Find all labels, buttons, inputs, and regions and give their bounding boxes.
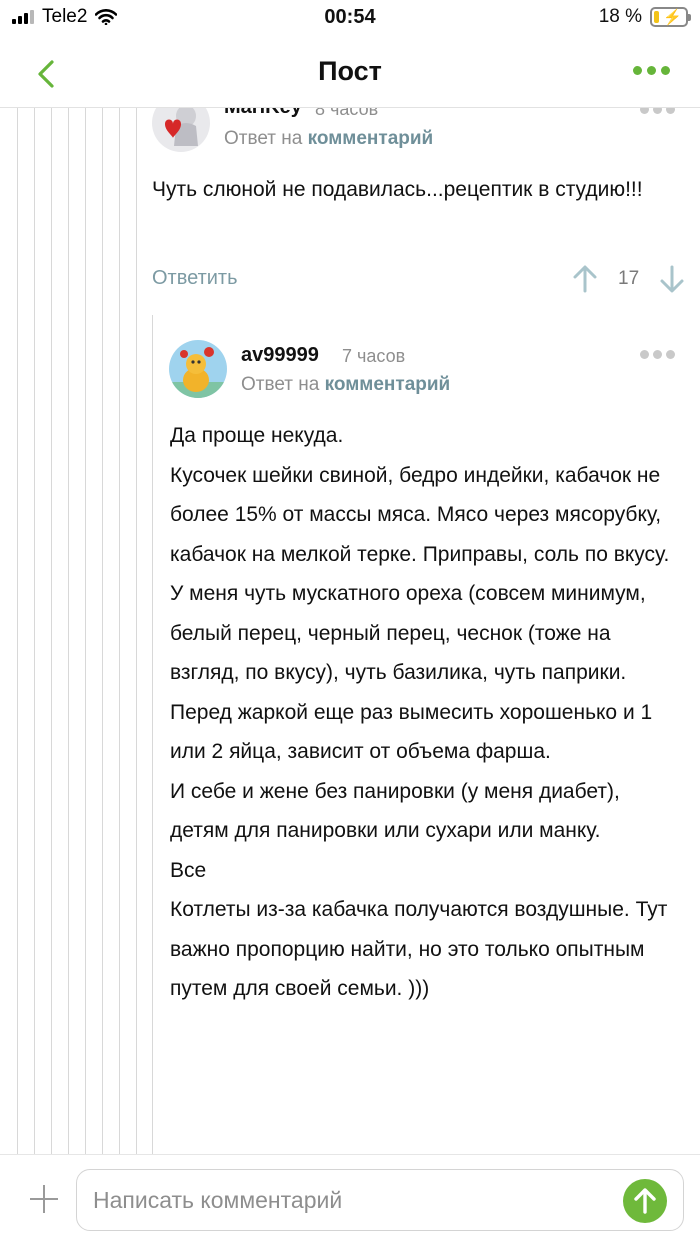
comment-time: 8 часов xyxy=(315,108,379,119)
reply-to-label: Ответ на комментарий xyxy=(241,374,451,395)
avatar-image xyxy=(165,108,198,146)
comment-paragraph: Да проще некуда. xyxy=(170,424,344,447)
reply-to-comment-link[interactable]: комментарий xyxy=(325,374,451,395)
charging-bolt-icon: ⚡ xyxy=(663,9,682,26)
comment-more-button[interactable] xyxy=(640,108,675,114)
reply-button[interactable]: Ответить xyxy=(152,267,238,290)
thread-indent-lines xyxy=(0,108,140,1154)
navigation-bar: Пост xyxy=(0,40,700,108)
status-bar-right: 18 % ⚡ xyxy=(598,6,691,28)
battery-percent: 18 % xyxy=(598,6,642,27)
send-button[interactable] xyxy=(623,1179,667,1223)
comment-more-button[interactable] xyxy=(640,350,675,359)
reply-to-comment-link[interactable]: комментарий xyxy=(308,128,434,149)
more-options-button[interactable] xyxy=(633,66,670,75)
comment-composer xyxy=(0,1154,700,1244)
arrow-up-icon xyxy=(634,1188,656,1214)
downvote-arrow-icon[interactable] xyxy=(659,264,685,294)
comment-time: 7 часов xyxy=(342,346,406,366)
nested-thread-line xyxy=(152,315,153,1154)
comment-paragraph: Все xyxy=(170,858,207,882)
comment-input[interactable] xyxy=(93,1184,613,1216)
avatar-image xyxy=(169,347,227,398)
avatar[interactable] xyxy=(152,108,210,152)
comment-paragraph: Котлеты из-за кабачка получаются воздушн… xyxy=(170,898,668,1000)
comment-author[interactable]: MariKey xyxy=(224,108,302,119)
clock: 00:54 xyxy=(324,6,376,28)
comment-text: Чуть слюной не подавилась...рецептик в с… xyxy=(152,178,643,201)
upvote-arrow-icon[interactable] xyxy=(572,264,598,294)
vote-controls: 17 xyxy=(572,264,685,294)
comment-text: Да проще некуда. Кусочек шейки свиной, б… xyxy=(170,416,680,1009)
avatar[interactable] xyxy=(169,340,227,398)
comments-thread[interactable]: MariKey 8 часов Ответ на комментарий Чут… xyxy=(0,108,700,1154)
comment-paragraph: И себе и жене без панировки (у меня диаб… xyxy=(170,779,620,843)
vote-count: 17 xyxy=(618,268,640,289)
status-bar: Tele2 00:54 18 % ⚡ xyxy=(0,0,700,40)
comment-input-box[interactable] xyxy=(76,1169,684,1231)
reply-to-label: Ответ на комментарий xyxy=(224,128,434,149)
battery-icon: ⚡ xyxy=(650,7,691,27)
page-title: Пост xyxy=(318,56,382,86)
attach-plus-button[interactable] xyxy=(30,1185,58,1213)
battery-level-fill xyxy=(654,11,660,23)
comment-paragraph: Кусочек шейки свиной, бедро индейки, каб… xyxy=(170,463,670,764)
comment-author[interactable]: av99999 xyxy=(241,344,319,367)
